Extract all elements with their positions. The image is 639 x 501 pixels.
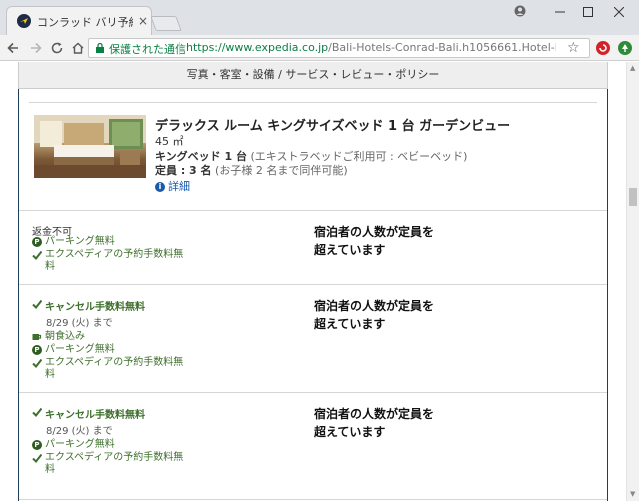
capacity-exceeded-message: 宿泊者の人数が定員を 超えています bbox=[314, 405, 464, 441]
feature-no-booking-fee: エクスペディアの予約手数料無 料 bbox=[32, 452, 183, 476]
parking-icon: P bbox=[32, 440, 42, 450]
browser-tab[interactable]: コンラッド バリ予約 - バリ島 × bbox=[6, 6, 152, 35]
minimize-icon[interactable] bbox=[548, 4, 572, 22]
room-photo[interactable] bbox=[34, 115, 146, 178]
url-host: https://www.expedia.co.jp bbox=[186, 41, 329, 54]
feature-no-booking-fee: エクスペディアの予約手数料無 料 bbox=[32, 357, 183, 381]
row-divider bbox=[19, 210, 607, 211]
reload-icon[interactable] bbox=[47, 38, 67, 58]
capacity-line1: 宿泊者の人数が定員を bbox=[314, 407, 435, 421]
feature-text: エクスペディアの予約手数料無 bbox=[45, 452, 184, 463]
row-divider bbox=[19, 499, 607, 500]
check-icon bbox=[32, 407, 43, 420]
tab-close-icon[interactable]: × bbox=[138, 14, 148, 28]
scroll-thumb[interactable] bbox=[629, 188, 637, 206]
details-link-label: 詳細 bbox=[168, 180, 190, 193]
page-scrollbar[interactable]: ▲ ▼ bbox=[626, 62, 639, 501]
free-cancel-label: キャンセル手数料無料 bbox=[32, 298, 145, 313]
tab-title: コンラッド バリ予約 - バリ島 bbox=[37, 16, 133, 29]
room-size: 45 ㎡ bbox=[155, 135, 184, 148]
section-nav[interactable]: 写真・客室・設備 / サービス・レビュー・ポリシー bbox=[18, 62, 608, 89]
address-bar[interactable]: 保護された通信 https://www.expedia.co.jp/Bali-H… bbox=[88, 38, 590, 58]
browser-toolbar: 保護された通信 https://www.expedia.co.jp/Bali-H… bbox=[0, 35, 639, 61]
extension-red-icon[interactable] bbox=[596, 41, 610, 55]
details-link[interactable]: i 詳細 bbox=[155, 178, 190, 194]
feature-parking: P パーキング無料 bbox=[32, 439, 115, 451]
page-viewport: デラックス ルーム キングサイズベッド 1 台 ガーデンビュー 45 ㎡ キング… bbox=[0, 62, 626, 501]
forward-arrow-icon[interactable] bbox=[26, 38, 46, 58]
extension-green-icon[interactable] bbox=[618, 41, 632, 55]
back-arrow-icon[interactable] bbox=[3, 38, 23, 58]
cancel-deadline: 8/29 (火) まで bbox=[46, 318, 113, 329]
row-divider bbox=[19, 392, 607, 393]
feature-text: パーキング無料 bbox=[45, 236, 115, 247]
feature-text: パーキング無料 bbox=[45, 439, 115, 450]
check-icon bbox=[32, 299, 43, 312]
check-icon bbox=[32, 250, 43, 261]
cancel-deadline: 8/29 (火) まで bbox=[46, 426, 113, 437]
coffee-icon bbox=[32, 332, 42, 342]
parking-icon: P bbox=[32, 237, 42, 247]
feature-text: エクスペディアの予約手数料無 bbox=[45, 249, 184, 260]
feature-no-booking-fee: エクスペディアの予約手数料無 料 bbox=[32, 249, 183, 273]
capacity-line2: 超えています bbox=[314, 243, 386, 257]
omnibox-separator bbox=[179, 42, 180, 55]
feature-text-cont: 料 bbox=[45, 369, 55, 380]
url-path: /Bali-Hotels-Conrad-Bali.h1056661.Hotel-… bbox=[328, 41, 556, 54]
feature-parking: P パーキング無料 bbox=[32, 236, 115, 248]
occupancy-limit: 定員 : 3 名 bbox=[155, 164, 212, 177]
feature-text-cont: 料 bbox=[45, 464, 55, 475]
occupancy-note: (お子様 2 名まで同伴可能) bbox=[211, 164, 348, 177]
room-occupancy: 定員 : 3 名 (お子様 2 名まで同伴可能) bbox=[155, 162, 348, 178]
check-icon bbox=[32, 453, 43, 464]
url-text[interactable]: https://www.expedia.co.jp/Bali-Hotels-Co… bbox=[186, 41, 556, 54]
capacity-exceeded-message: 宿泊者の人数が定員を 超えています bbox=[314, 297, 464, 333]
bookmark-star-icon[interactable]: ☆ bbox=[567, 40, 580, 56]
row-divider bbox=[19, 284, 607, 285]
feature-breakfast: 朝食込み bbox=[32, 331, 85, 343]
new-tab-button[interactable] bbox=[150, 16, 182, 31]
divider bbox=[29, 102, 597, 103]
feature-parking: P パーキング無料 bbox=[32, 344, 115, 356]
room-name: デラックス ルーム キングサイズベッド 1 台 ガーデンビュー bbox=[155, 119, 511, 134]
capacity-line1: 宿泊者の人数が定員を bbox=[314, 299, 435, 313]
feature-text-cont: 料 bbox=[45, 261, 55, 272]
capacity-line2: 超えています bbox=[314, 425, 386, 439]
scroll-down-arrow-icon[interactable]: ▼ bbox=[630, 490, 635, 498]
home-icon[interactable] bbox=[68, 38, 88, 58]
info-icon: i bbox=[155, 182, 165, 192]
feature-text: パーキング無料 bbox=[45, 344, 115, 355]
check-icon bbox=[32, 358, 43, 369]
feature-text: 朝食込み bbox=[45, 331, 85, 342]
maximize-icon[interactable] bbox=[576, 4, 600, 22]
free-cancel-text: キャンセル手数料無料 bbox=[45, 410, 145, 421]
tab-strip: コンラッド バリ予約 - バリ島 × bbox=[0, 0, 639, 35]
feature-text: エクスペディアの予約手数料無 bbox=[45, 357, 184, 368]
lock-icon bbox=[95, 42, 105, 57]
free-cancel-label: キャンセル手数料無料 bbox=[32, 406, 145, 421]
free-cancel-text: キャンセル手数料無料 bbox=[45, 302, 145, 313]
window-close-icon[interactable] bbox=[607, 4, 631, 22]
secure-label: 保護された通信 bbox=[109, 43, 186, 56]
capacity-exceeded-message: 宿泊者の人数が定員を 超えています bbox=[314, 223, 464, 259]
parking-icon: P bbox=[32, 345, 42, 355]
expedia-favicon-icon bbox=[17, 14, 31, 28]
room-card: デラックス ルーム キングサイズベッド 1 台 ガーデンビュー 45 ㎡ キング… bbox=[18, 89, 608, 501]
scroll-up-arrow-icon[interactable]: ▲ bbox=[630, 64, 635, 72]
profile-icon[interactable] bbox=[508, 4, 532, 22]
capacity-line1: 宿泊者の人数が定員を bbox=[314, 225, 435, 239]
capacity-line2: 超えています bbox=[314, 317, 386, 331]
